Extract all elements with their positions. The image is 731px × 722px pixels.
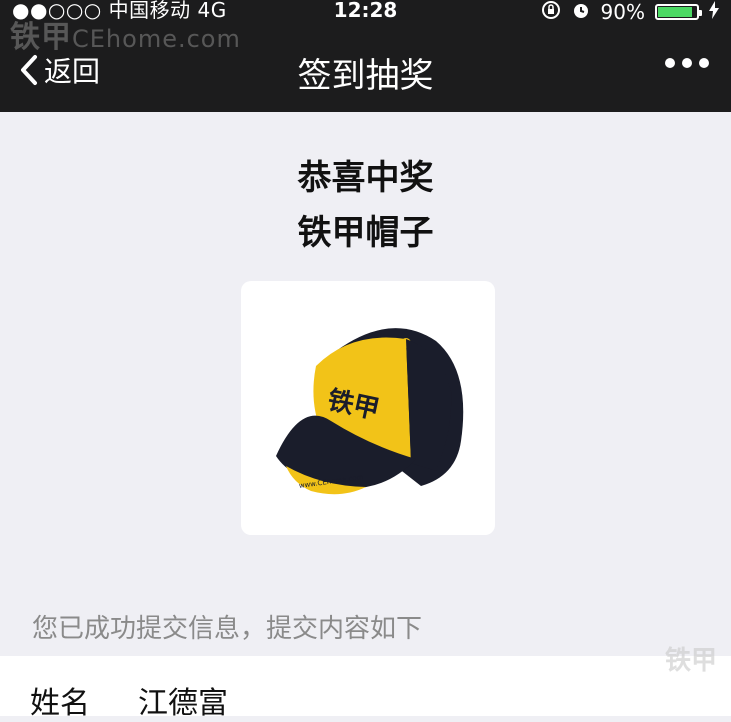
win-message: 恭喜中奖: [297, 158, 434, 198]
rotation-lock-icon: [541, 0, 561, 23]
submission-info-text: 您已成功提交信息，提交内容如下: [32, 614, 423, 644]
alarm-icon: [571, 0, 591, 23]
status-right: 90%: [541, 0, 719, 23]
more-menu-button[interactable]: [665, 58, 709, 68]
form-row-name: 姓名 江德富: [0, 656, 731, 721]
watermark-logo-bottom: 铁甲: [664, 646, 717, 676]
more-dot-icon: [682, 58, 692, 68]
name-value: 江德富: [138, 686, 228, 721]
more-dot-icon: [699, 58, 709, 68]
battery-icon: [655, 3, 702, 20]
prize-name: 铁甲帽子: [297, 213, 434, 253]
name-label: 姓名: [30, 686, 90, 721]
page-title: 签到抽奖: [297, 56, 434, 96]
more-dot-icon: [665, 58, 675, 68]
cap-image: 铁甲 www.CEhome.com: [276, 328, 464, 495]
prize-image-card: 铁甲 www.CEhome.com: [241, 281, 495, 535]
top-bar: ●●○○○ 中国移动 4G 12:28 90% 铁甲CEhome.com 返回 …: [0, 0, 731, 112]
charging-icon: [709, 1, 719, 22]
battery-percent: 90%: [600, 0, 645, 24]
navigation-bar: 返回 签到抽奖: [0, 40, 731, 100]
